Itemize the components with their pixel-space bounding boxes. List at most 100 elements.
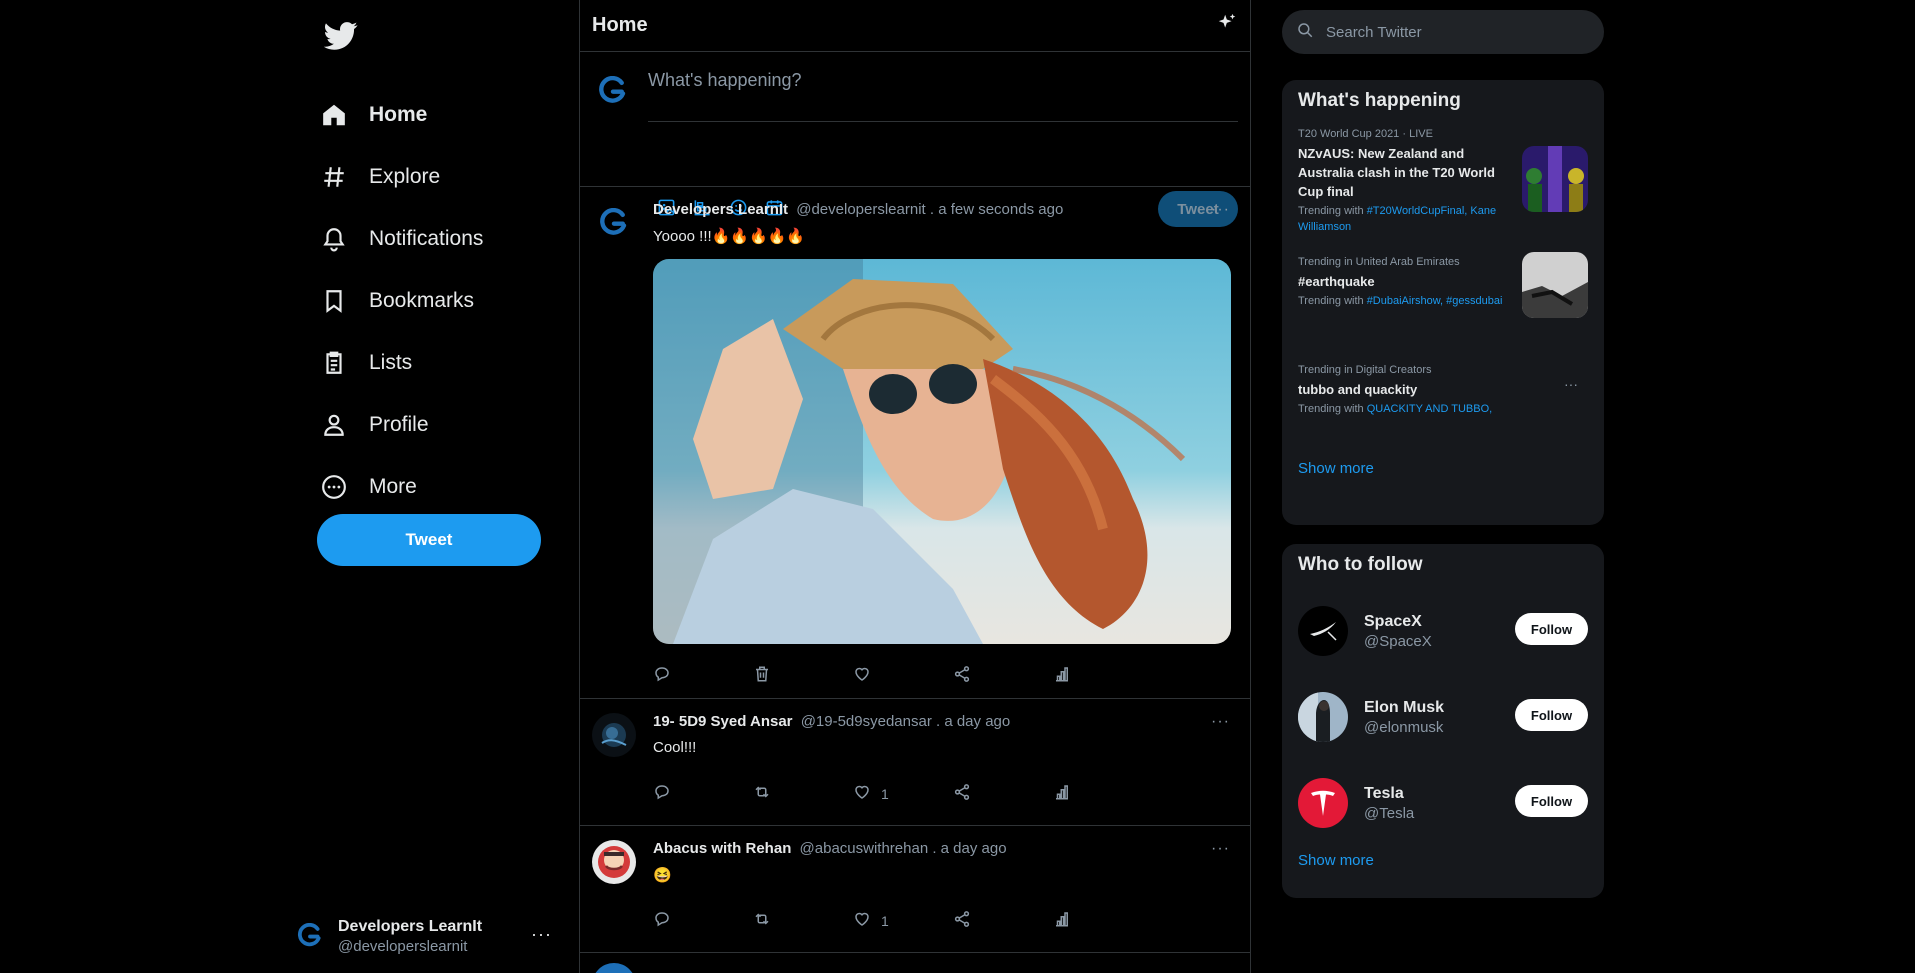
tweet-meta: @19-5d9syedansar . a day ago: [800, 713, 1011, 730]
trend-category: Trending in Digital Creators: [1298, 364, 1432, 376]
share-button[interactable]: [953, 910, 1053, 931]
tweet-author-name[interactable]: 19- 5D9 Syed Ansar: [653, 713, 793, 730]
tweet[interactable]: Abacus with Rehan @abacuswithrehan . a d…: [580, 826, 1250, 953]
share-button[interactable]: [953, 783, 1053, 804]
trend-tags[interactable]: QUACKITY AND TUBBO,: [1367, 403, 1493, 415]
trend-tags[interactable]: #DubaiAirshow, #gessdubai: [1367, 295, 1503, 307]
more-dots-icon[interactable]: ···: [531, 924, 552, 945]
like-button[interactable]: 1: [853, 783, 953, 804]
trend-with: Trending with #DubaiAirshow, #gessdubai: [1298, 293, 1508, 309]
trend-item[interactable]: T20 World Cup 2021 · LIVE NZvAUS: New Ze…: [1282, 128, 1604, 256]
trend-with: Trending with #T20WorldCupFinal, Kane Wi…: [1298, 203, 1508, 235]
more-dots-icon[interactable]: ···: [1211, 201, 1230, 219]
more-dots-icon[interactable]: ···: [1211, 840, 1230, 858]
search-input[interactable]: [1326, 23, 1566, 41]
tweet-header: 19- 5D9 Syed Ansar @19-5d9syedansar . a …: [653, 713, 1010, 730]
like-count: 1: [881, 912, 889, 929]
account-switcher[interactable]: Developers LearnIt @developerslearnit ··…: [292, 912, 552, 960]
bar-chart-icon: [1053, 665, 1071, 686]
trend-category: T20 World Cup 2021 · LIVE: [1298, 128, 1433, 140]
tweet[interactable]: Developers LearnIt @developerslearnit . …: [580, 187, 1250, 699]
tweet-header: Developers LearnIt @developerslearnit . …: [653, 201, 1063, 218]
share-button[interactable]: [953, 665, 1053, 686]
reply-button[interactable]: [653, 910, 753, 931]
timeline-header: Home: [580, 0, 1250, 52]
tweet-header: Abacus with Rehan @abacuswithrehan . a d…: [653, 840, 1007, 857]
tweet-actions: [653, 665, 1153, 686]
twitter-logo-icon[interactable]: [323, 18, 358, 52]
nav-item-bookmarks[interactable]: Bookmarks: [317, 270, 483, 332]
trend-item[interactable]: Trending in United Arab Emirates #earthq…: [1282, 252, 1604, 364]
follow-handle: @elonmusk: [1364, 718, 1444, 736]
nav-item-explore[interactable]: Explore: [317, 146, 483, 208]
more-dots-icon[interactable]: ···: [1211, 713, 1230, 731]
follow-suggestion[interactable]: Tesla @Tesla Follow: [1282, 760, 1604, 846]
nav-item-label: Lists: [369, 351, 413, 374]
follow-name: Elon Musk: [1364, 698, 1445, 716]
trends-show-more-link[interactable]: Show more: [1282, 460, 1604, 477]
reply-button[interactable]: [653, 665, 753, 686]
tweet-author-name[interactable]: Developers LearnIt: [653, 201, 788, 218]
home-icon: [317, 98, 351, 132]
delete-button[interactable]: [753, 665, 853, 686]
nav-item-lists[interactable]: Lists: [317, 332, 483, 394]
comment-icon: [653, 783, 671, 804]
account-name: Developers LearnIt: [338, 917, 483, 935]
analytics-button[interactable]: [1053, 783, 1153, 804]
left-sidebar: Home Explore Notifications Bookmarks Lis…: [0, 0, 579, 973]
more-circle-icon: [317, 470, 351, 504]
trend-thumbnail: [1522, 252, 1588, 318]
follow-name: SpaceX: [1364, 612, 1422, 630]
main-nav: Home Explore Notifications Bookmarks Lis…: [317, 84, 483, 518]
sparkle-icon[interactable]: [1216, 12, 1238, 39]
trend-item[interactable]: Trending in Digital Creators tubbo and q…: [1282, 364, 1604, 460]
tweet[interactable]: 19- 5D9 Syed Ansar @19-5d9syedansar . a …: [580, 699, 1250, 826]
follow-button[interactable]: Follow: [1515, 613, 1588, 645]
analytics-button[interactable]: [1053, 910, 1153, 931]
tweet-author-name[interactable]: Abacus with Rehan: [653, 840, 791, 857]
tweet-partial: [580, 953, 1250, 973]
sidebar-tweet-button[interactable]: Tweet: [317, 514, 541, 566]
follow-show-more-link[interactable]: Show more: [1282, 852, 1604, 869]
follow-suggestion[interactable]: SpaceX @SpaceX Follow: [1282, 588, 1604, 674]
search-icon: [1296, 21, 1314, 44]
whats-happening-panel: What's happening T20 World Cup 2021 · LI…: [1282, 80, 1604, 525]
avatar: [592, 713, 636, 757]
tweet-text: Cool!!!: [653, 739, 697, 756]
share-icon: [953, 910, 971, 931]
trend-title: NZvAUS: New Zealand and Australia clash …: [1298, 146, 1495, 199]
avatar: [1298, 778, 1348, 828]
search-bar[interactable]: [1282, 10, 1604, 54]
nav-item-notifications[interactable]: Notifications: [317, 208, 483, 270]
like-button[interactable]: 1: [853, 910, 953, 931]
follow-button[interactable]: Follow: [1515, 699, 1588, 731]
more-dots-icon[interactable]: ···: [1564, 376, 1578, 392]
retweet-icon: [753, 783, 771, 804]
tweet-composer: Tweet: [580, 52, 1250, 227]
analytics-button[interactable]: [1053, 665, 1153, 686]
avatar: [1298, 692, 1348, 742]
reply-button[interactable]: [653, 783, 753, 804]
share-icon: [953, 665, 971, 686]
compose-input[interactable]: [648, 66, 1238, 122]
nav-item-home[interactable]: Home: [317, 84, 483, 146]
nav-item-more[interactable]: More: [317, 456, 483, 518]
heart-icon: [853, 665, 871, 686]
retweet-button[interactable]: [753, 783, 853, 804]
avatar: [592, 840, 636, 884]
nav-item-label: Notifications: [369, 227, 484, 250]
follow-button[interactable]: Follow: [1515, 785, 1588, 817]
tweet-photo[interactable]: [653, 259, 1231, 644]
heart-icon: [853, 783, 871, 804]
nav-item-label: Explore: [369, 165, 441, 188]
main-timeline: Home What's happening? Tweet Developers …: [579, 0, 1251, 973]
comment-icon: [653, 665, 671, 686]
like-button[interactable]: [853, 665, 953, 686]
retweet-button[interactable]: [753, 910, 853, 931]
avatar: [1298, 606, 1348, 656]
page-title: Home: [592, 14, 648, 36]
tweet-text: Yoooo !!!🔥🔥🔥🔥🔥: [653, 228, 806, 245]
follow-suggestion[interactable]: Elon Musk @elonmusk Follow: [1282, 674, 1604, 760]
nav-item-profile[interactable]: Profile: [317, 394, 483, 456]
nav-item-label: More: [369, 475, 417, 498]
